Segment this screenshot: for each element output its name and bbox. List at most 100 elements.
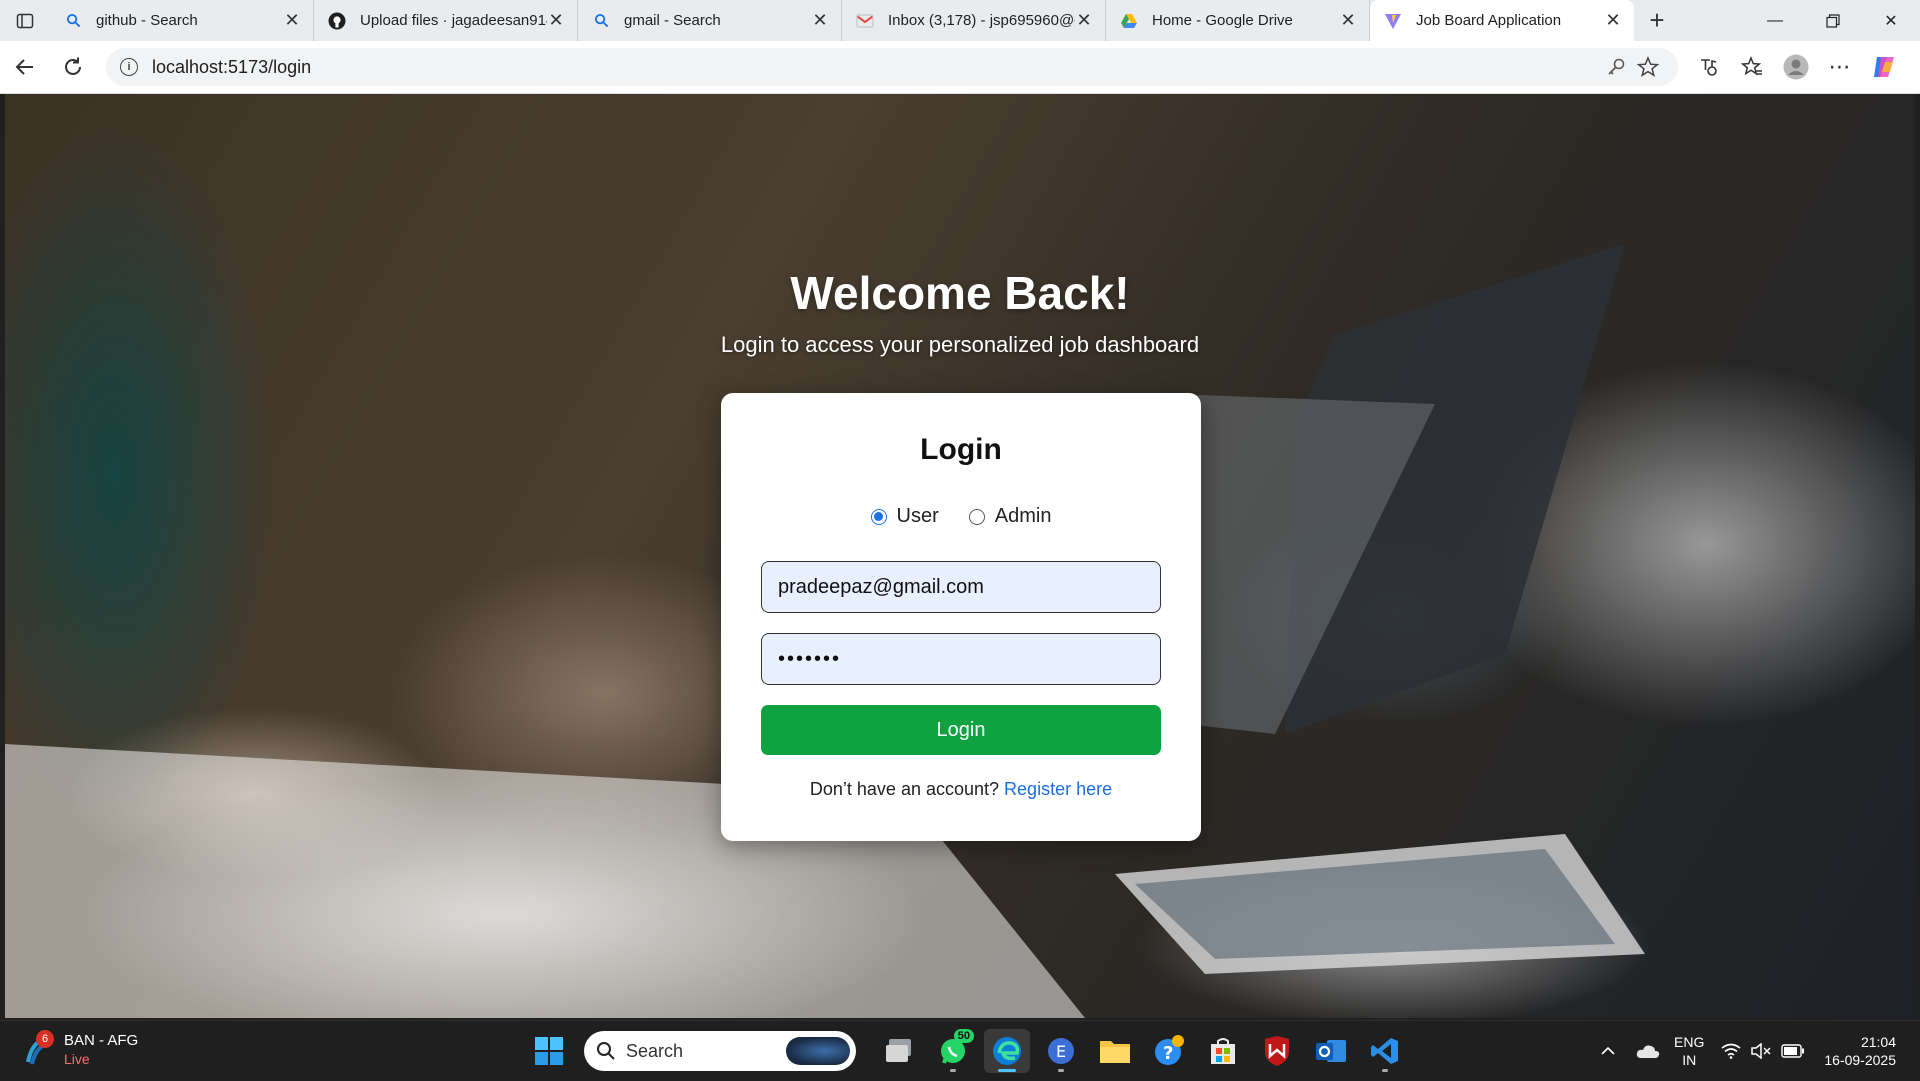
- vscode-icon: [1371, 1038, 1398, 1064]
- tab-title: gmail - Search: [624, 12, 721, 29]
- tab-github-search[interactable]: github - Search ✕: [50, 0, 314, 41]
- login-button[interactable]: Login: [761, 705, 1161, 755]
- drive-icon: [1120, 12, 1138, 30]
- vite-icon: [1384, 12, 1402, 30]
- file-explorer-app[interactable]: [1092, 1029, 1138, 1073]
- settings-more-button[interactable]: ⋯: [1818, 47, 1862, 87]
- site-info-icon[interactable]: i: [120, 58, 138, 76]
- copilot-icon: [1874, 57, 1894, 77]
- mcafee-app[interactable]: [1254, 1029, 1300, 1073]
- gmail-icon: [856, 12, 874, 30]
- minimize-button[interactable]: —: [1746, 0, 1804, 41]
- store-icon: [1211, 1038, 1235, 1064]
- close-window-button[interactable]: ✕: [1862, 0, 1920, 41]
- read-aloud-icon: [1701, 59, 1717, 76]
- github-icon: [328, 12, 346, 30]
- reload-button[interactable]: [50, 47, 96, 87]
- onedrive-button[interactable]: [1628, 1043, 1668, 1059]
- page-subheading: Login to access your personalized job da…: [720, 332, 1200, 357]
- task-view-button[interactable]: [876, 1029, 922, 1073]
- page-viewport: Welcome Back! Login to access your perso…: [5, 94, 1915, 1018]
- register-link[interactable]: Register here: [1004, 779, 1112, 799]
- reload-icon: [65, 57, 81, 75]
- outlook-app[interactable]: [1308, 1029, 1354, 1073]
- input-language-indicator[interactable]: ENG IN: [1674, 1033, 1704, 1069]
- tab-title: Inbox (3,178) - jsp695960@g: [888, 12, 1075, 29]
- clock[interactable]: 21:04 16-09-2025: [1824, 1033, 1896, 1069]
- back-button[interactable]: [2, 47, 48, 87]
- tab-title: Home - Google Drive: [1152, 12, 1293, 29]
- favorite-star-icon[interactable]: [1632, 56, 1664, 78]
- battery-button[interactable]: [1776, 1044, 1810, 1058]
- role-admin-option[interactable]: Admin: [968, 505, 1051, 528]
- close-tab-icon[interactable]: ✕: [1339, 10, 1357, 31]
- close-tab-icon[interactable]: ✕: [1604, 10, 1622, 31]
- battery-icon: [1781, 1044, 1805, 1058]
- new-tab-button[interactable]: +: [1634, 0, 1680, 41]
- taskbar-search-box[interactable]: Search: [584, 1031, 856, 1071]
- email-field[interactable]: pradeepaz@gmail.com: [761, 561, 1161, 613]
- task-view-icon: [886, 1039, 911, 1062]
- widget-badge: 6: [36, 1030, 54, 1048]
- tab-actions-button[interactable]: [0, 0, 50, 41]
- svg-text:E: E: [1056, 1042, 1066, 1061]
- tab-gmail-search[interactable]: gmail - Search ✕: [578, 0, 842, 41]
- help-app[interactable]: ?: [1146, 1029, 1192, 1073]
- windows-logo-icon: [535, 1037, 563, 1065]
- admin-radio[interactable]: [968, 508, 985, 525]
- copilot-button[interactable]: [1862, 47, 1906, 87]
- role-user-label: User: [896, 505, 939, 527]
- favorites-icon: [1741, 56, 1762, 76]
- close-tab-icon[interactable]: ✕: [547, 10, 565, 31]
- back-arrow-icon: [15, 59, 33, 75]
- more-dots-icon: ⋯: [1828, 54, 1852, 79]
- user-radio[interactable]: [870, 508, 887, 525]
- favorites-button[interactable]: [1730, 47, 1774, 87]
- wifi-button[interactable]: [1716, 1043, 1746, 1059]
- search-icon: [597, 1042, 615, 1060]
- tab-title: Upload files · jagadeesan914: [360, 12, 547, 29]
- close-tab-icon[interactable]: ✕: [811, 10, 829, 31]
- close-icon: ✕: [1884, 12, 1898, 30]
- read-aloud-button[interactable]: [1686, 47, 1730, 87]
- role-selector: User Admin: [721, 505, 1201, 528]
- e-app[interactable]: E: [1038, 1029, 1084, 1073]
- email-value: pradeepaz@gmail.com: [778, 575, 984, 598]
- tab-google-drive[interactable]: Home - Google Drive ✕: [1106, 0, 1370, 41]
- vscode-app[interactable]: [1362, 1029, 1408, 1073]
- weather-widget[interactable]: 6 BAN - AFG Live: [22, 1030, 138, 1069]
- edge-app[interactable]: [984, 1029, 1030, 1073]
- role-user-option[interactable]: User: [870, 505, 939, 528]
- address-bar[interactable]: i localhost:5173/login: [106, 48, 1678, 86]
- avatar-icon: [1783, 54, 1809, 80]
- whatsapp-badge: 50: [953, 1029, 974, 1043]
- taskbar-apps: Search 50 E ?: [526, 1029, 1408, 1073]
- close-tab-icon[interactable]: ✕: [283, 10, 301, 31]
- restore-button[interactable]: [1804, 0, 1862, 41]
- tab-upload-files[interactable]: Upload files · jagadeesan914 ✕: [314, 0, 578, 41]
- mcafee-shield-icon: [1265, 1036, 1289, 1066]
- register-prompt-text: Don’t have an account?: [809, 779, 1000, 799]
- tab-job-board[interactable]: Job Board Application ✕: [1370, 0, 1634, 41]
- cricket-widget-icon: 6: [22, 1030, 58, 1068]
- tab-gmail-inbox[interactable]: Inbox (3,178) - jsp695960@g ✕: [842, 0, 1106, 41]
- tab-actions-icon: [16, 13, 34, 28]
- close-tab-icon[interactable]: ✕: [1075, 10, 1093, 31]
- clock-date: 16-09-2025: [1824, 1052, 1896, 1068]
- widget-status: Live: [64, 1051, 90, 1067]
- password-field[interactable]: •••••••: [761, 633, 1161, 685]
- start-button[interactable]: [526, 1029, 572, 1073]
- taskbar-search-label: Search: [626, 1040, 684, 1061]
- show-hidden-icons-button[interactable]: [1588, 1046, 1628, 1056]
- restore-icon: [1826, 13, 1840, 28]
- microsoft-store-app[interactable]: [1200, 1029, 1246, 1073]
- folder-icon: [1100, 1041, 1130, 1063]
- chevron-up-icon: [1601, 1046, 1615, 1055]
- whatsapp-app[interactable]: 50: [930, 1029, 976, 1073]
- password-key-icon[interactable]: [1600, 57, 1632, 77]
- volume-button[interactable]: [1746, 1043, 1776, 1059]
- url-text[interactable]: localhost:5173/login: [152, 57, 1600, 78]
- login-card-title: Login: [920, 433, 1002, 466]
- profile-button[interactable]: [1774, 47, 1818, 87]
- cloud-icon: [1636, 1045, 1660, 1058]
